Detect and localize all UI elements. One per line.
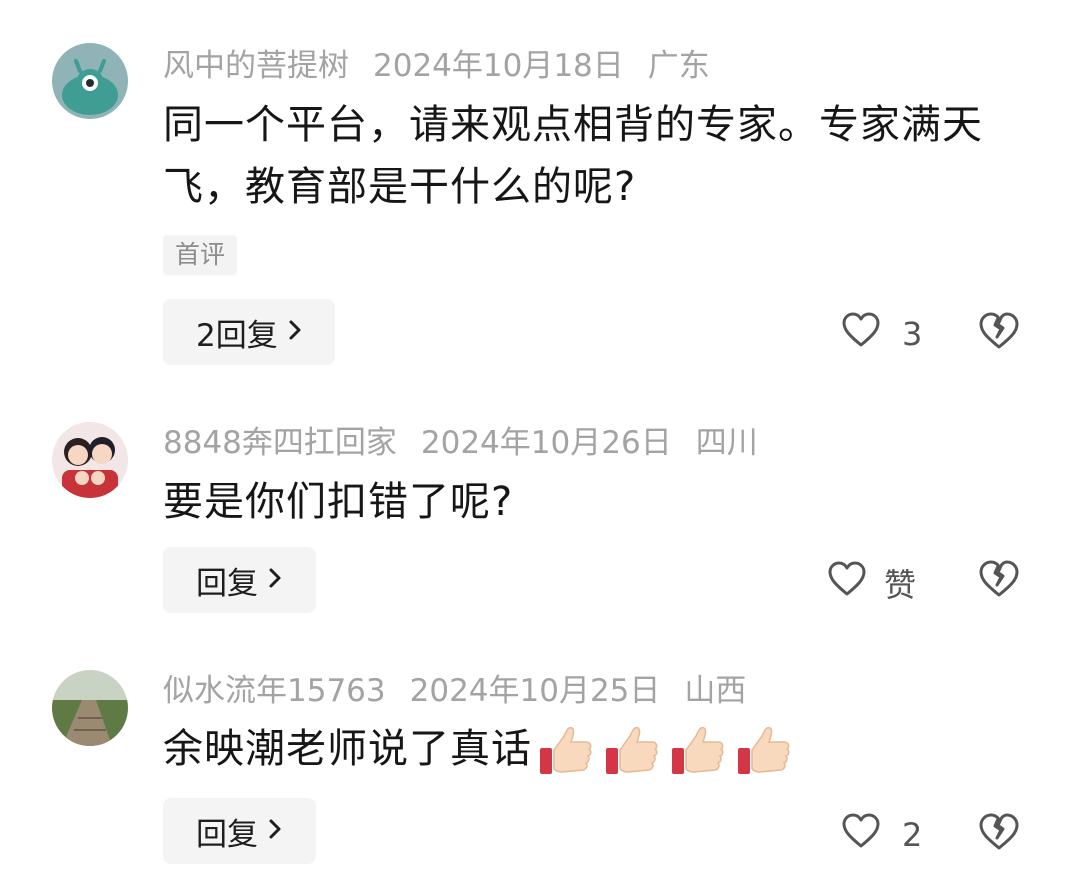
- thumbs-up-icon: [738, 726, 790, 774]
- reply-button[interactable]: 2回复: [163, 299, 335, 365]
- heart-icon: [842, 312, 880, 356]
- reply-label: 2回复: [196, 317, 278, 354]
- heart-icon: [828, 561, 866, 605]
- like-label: 赞: [884, 566, 917, 604]
- comment-2: 8848奔四扛回家 2024年10月26日 四川 要是你们扣错了呢? 回复 赞: [0, 380, 1080, 630]
- like-button[interactable]: 3: [842, 312, 922, 356]
- comment-region: 广东: [647, 48, 710, 84]
- like-button[interactable]: 赞: [828, 560, 916, 606]
- family-cartoon-avatar-icon: [52, 422, 128, 498]
- user-avatar[interactable]: [52, 422, 128, 498]
- chevron-right-icon: [288, 314, 302, 350]
- broken-heart-icon: [979, 312, 1019, 354]
- chevron-right-icon: [268, 562, 282, 598]
- broken-heart-icon: [979, 560, 1019, 602]
- comment-meta: 8848奔四扛回家 2024年10月26日 四川: [163, 423, 782, 463]
- username[interactable]: 风中的菩提树: [163, 48, 349, 84]
- comment-region: 山西: [684, 673, 747, 709]
- comment-text-body: 余映潮老师说了真话: [163, 726, 532, 772]
- thumbs-up-icon: [540, 726, 592, 774]
- dislike-button[interactable]: [979, 560, 1019, 602]
- reply-button[interactable]: 回复: [163, 547, 316, 613]
- comment-region: 四川: [695, 425, 758, 461]
- first-comment-tag: 首评: [163, 235, 238, 275]
- dislike-button[interactable]: [979, 813, 1019, 855]
- comment-1: 风中的菩提树 2024年10月18日 广东 同一个平台，请来观点相背的专家。专家满天…: [0, 0, 1080, 380]
- reply-label: 回复: [196, 565, 258, 602]
- chevron-right-icon: [268, 813, 282, 849]
- landscape-boardwalk-avatar-icon: [52, 670, 128, 746]
- alien-avatar-icon: [52, 43, 128, 119]
- reply-label: 回复: [196, 816, 258, 853]
- comment-meta: 风中的菩提树 2024年10月18日 广东: [163, 46, 734, 86]
- comment-date: 2024年10月18日: [373, 48, 624, 84]
- comment-meta: 似水流年15763 2024年10月25日 山西: [163, 671, 770, 711]
- like-button[interactable]: 2: [842, 813, 922, 857]
- user-avatar[interactable]: [52, 670, 128, 746]
- like-count: 3: [902, 315, 923, 353]
- emoji-group: [538, 722, 802, 780]
- comment-date: 2024年10月26日: [420, 425, 672, 461]
- reply-button[interactable]: 回复: [163, 798, 316, 864]
- thumbs-up-icon: [672, 726, 724, 774]
- comment-text: 要是你们扣错了呢?: [163, 479, 514, 525]
- comment-3: 似水流年15763 2024年10月25日 山西 余映潮老师说了真话 回复 2: [0, 630, 1080, 876]
- dislike-button[interactable]: [979, 312, 1019, 354]
- thumbs-up-icon: [606, 726, 658, 774]
- heart-icon: [842, 813, 880, 857]
- comment-text: 余映潮老师说了真话: [163, 718, 1023, 780]
- broken-heart-icon: [979, 813, 1019, 855]
- username[interactable]: 8848奔四扛回家: [163, 425, 397, 461]
- username[interactable]: 似水流年15763: [163, 673, 386, 709]
- user-avatar[interactable]: [52, 43, 128, 119]
- comment-text: 同一个平台，请来观点相背的专家。专家满天飞，教育部是干什么的呢?: [163, 102, 983, 210]
- comment-date: 2024年10月25日: [409, 673, 661, 709]
- like-count: 2: [902, 816, 923, 854]
